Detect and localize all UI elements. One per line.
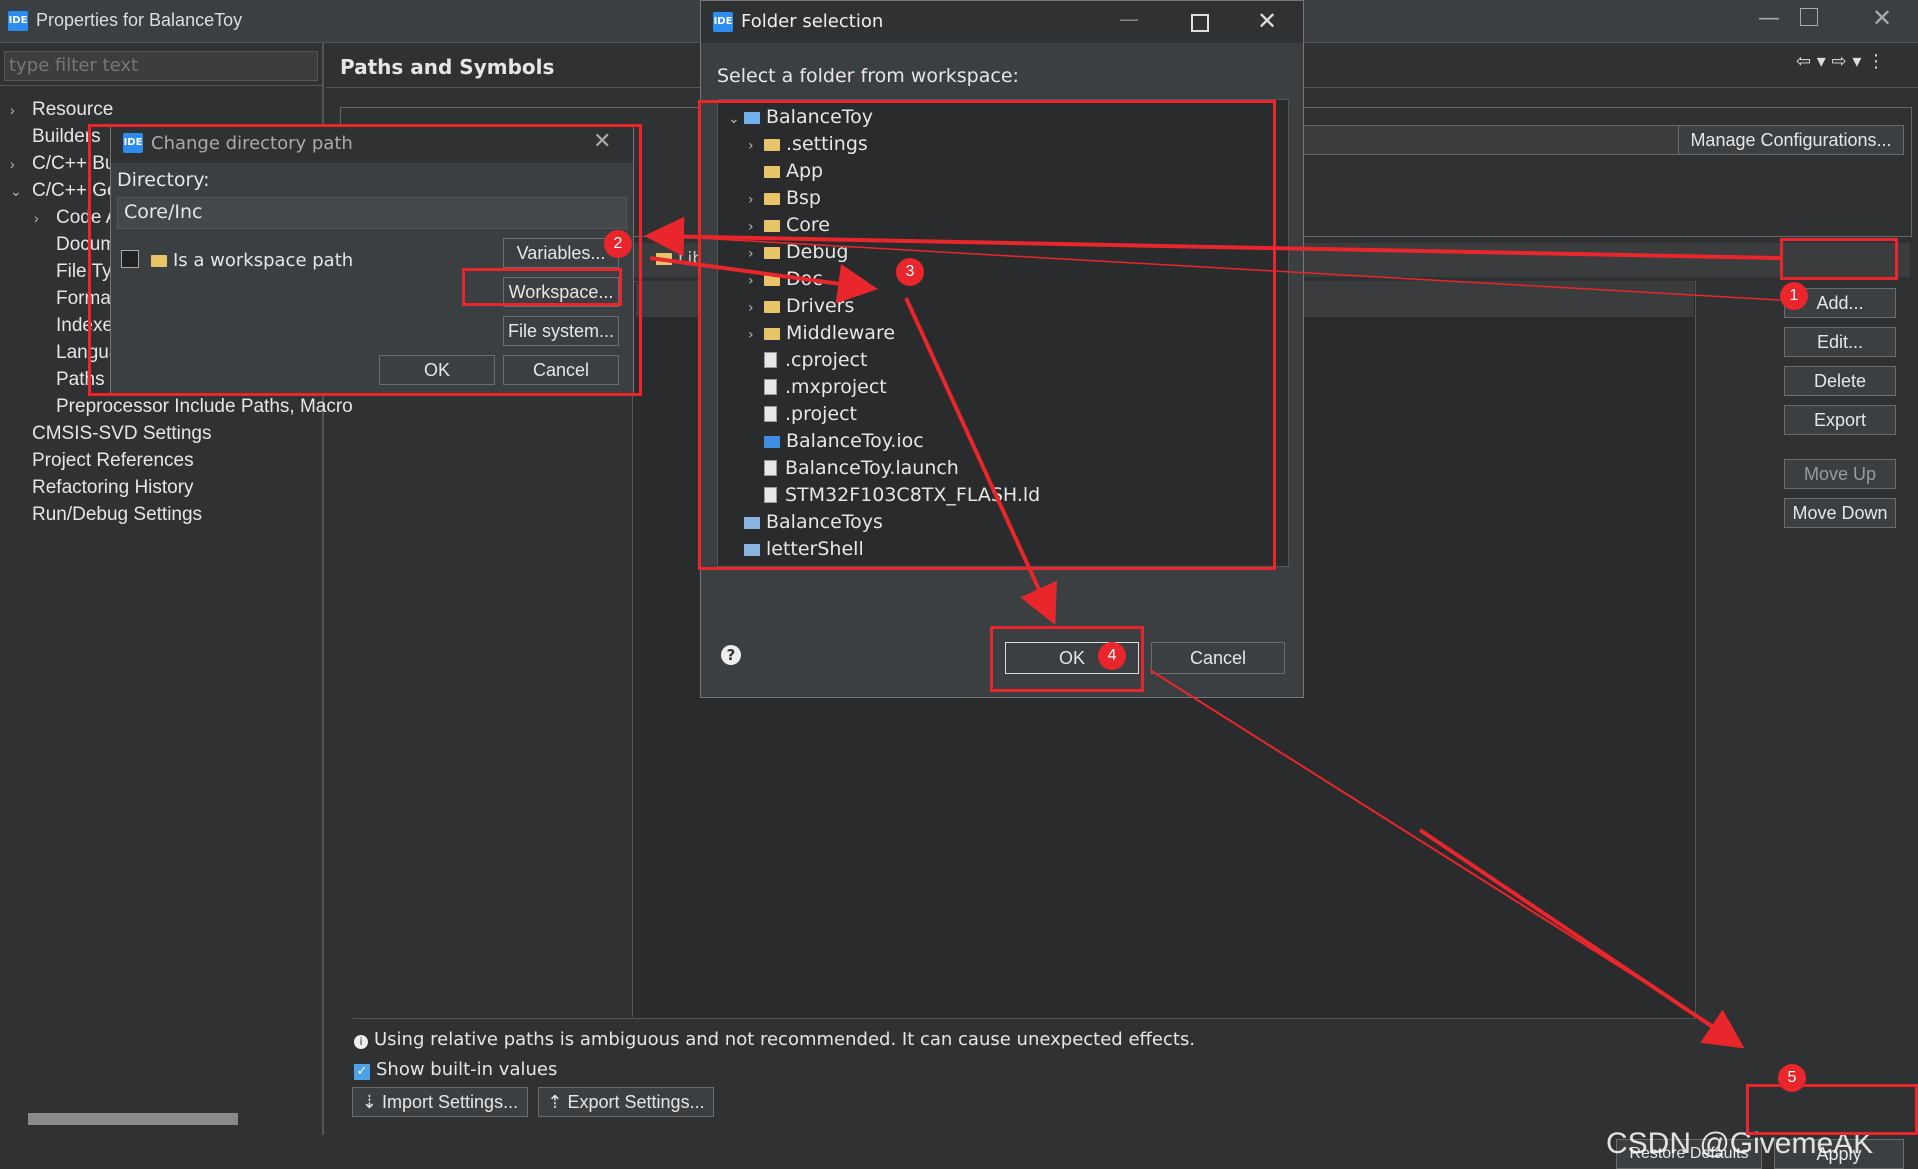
arrow-ok-to-apply (1418, 828, 1745, 1049)
annotation-arrows (644, 216, 1781, 1049)
badge-4: 4 (1098, 642, 1126, 670)
badge-1: 1 (1780, 282, 1808, 310)
arrow-core-to-ok (904, 297, 1057, 626)
arrow-add-to-dialog (644, 216, 1781, 260)
badge-2: 2 (604, 230, 632, 258)
badge-3: 3 (896, 258, 924, 286)
arrow-workspace-to-folder (649, 256, 878, 304)
badge-5: 5 (1778, 1064, 1806, 1092)
